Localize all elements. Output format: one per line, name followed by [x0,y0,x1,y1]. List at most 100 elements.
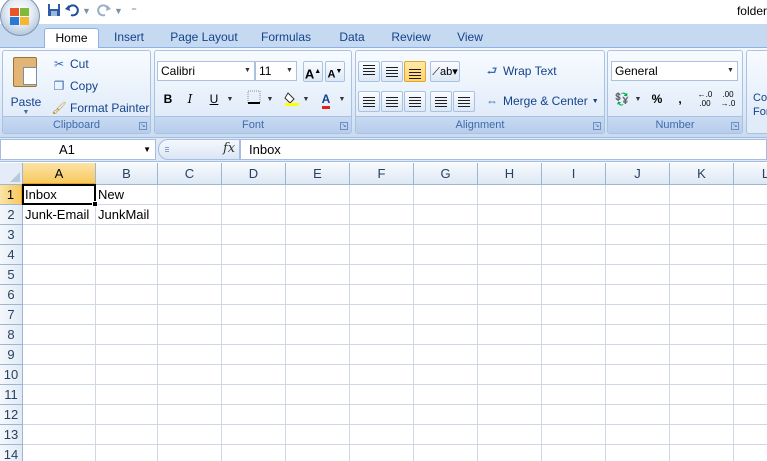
row-header-5[interactable]: 5 [0,265,23,285]
increase-decimal-button[interactable]: ←.0.00 [694,89,716,110]
undo-icon[interactable] [64,3,80,19]
font-launcher-icon[interactable]: ↘ [340,122,348,130]
redo-dropdown-icon[interactable]: ▼ [114,3,123,19]
format-as-table-button[interactable]: For [753,105,767,119]
underline-button[interactable]: U [203,89,225,110]
decrease-indent-button[interactable] [430,91,452,112]
number-launcher-icon[interactable]: ↘ [731,122,739,130]
merge-dropdown-icon[interactable]: ▼ [592,98,599,105]
tab-data[interactable]: Data [330,28,374,48]
shrink-font-button[interactable]: A▼ [325,61,345,82]
italic-button[interactable]: I [179,89,201,110]
column-header-h[interactable]: H [478,163,542,185]
row-header-8[interactable]: 8 [0,325,23,345]
row-header-9[interactable]: 9 [0,345,23,365]
paste-button[interactable]: Paste ▼ [9,55,43,116]
column-header-e[interactable]: E [286,163,350,185]
font-color-dropdown-icon[interactable]: ▼ [337,89,347,110]
undo-dropdown-icon[interactable]: ▼ [82,3,91,19]
bottom-align-button[interactable] [404,61,426,82]
align-center-button[interactable] [381,91,403,112]
font-name-combo[interactable]: Calibri ▼ [157,61,255,81]
cut-button[interactable]: ✂ Cut [51,55,89,73]
column-header-f[interactable]: F [350,163,414,185]
middle-align-button[interactable] [381,61,403,82]
column-header-b[interactable]: B [96,163,158,185]
tab-view[interactable]: View [448,28,492,48]
tab-home[interactable]: Home [44,28,99,49]
formula-input[interactable]: Inbox [240,139,767,160]
row-header-12[interactable]: 12 [0,405,23,425]
align-left-button[interactable] [358,91,380,112]
font-size-combo[interactable]: 11 ▼ [255,61,297,81]
increase-indent-button[interactable] [453,91,475,112]
tab-review[interactable]: Review [384,28,438,48]
row-header-4[interactable]: 4 [0,245,23,265]
number-format-combo[interactable]: General ▼ [611,61,738,81]
align-right-button[interactable] [404,91,426,112]
insert-function-button[interactable]: fx [223,141,235,156]
column-header-i[interactable]: I [542,163,606,185]
borders-button[interactable] [243,89,265,110]
customize-toolbar-icon[interactable]: ⁼ [130,3,138,19]
row-header-10[interactable]: 10 [0,365,23,385]
column-header-l[interactable]: L [734,163,767,185]
top-align-button[interactable] [358,61,380,82]
accounting-format-button[interactable]: 💱 [611,89,633,110]
fill-color-button[interactable] [281,89,303,110]
paintbrush-icon: 🖌 [51,101,67,115]
conditional-formatting-button[interactable]: Co [753,91,767,105]
decrease-decimal-button[interactable]: .00 →.0 [717,89,739,110]
chevron-down-icon[interactable]: ▼ [143,140,151,159]
underline-dropdown-icon[interactable]: ▼ [225,89,235,110]
column-header-c[interactable]: C [158,163,222,185]
cell-b1[interactable]: New [96,185,124,205]
font-color-button[interactable]: A [315,89,337,110]
select-all-button[interactable] [0,163,23,185]
column-header-g[interactable]: G [414,163,478,185]
chevron-down-icon[interactable]: ▼ [241,62,254,80]
tab-page-layout[interactable]: Page Layout [164,28,244,48]
merge-center-label: Merge & Center [503,94,588,108]
row-header-7[interactable]: 7 [0,305,23,325]
align-right-icon [409,96,421,107]
column-header-k[interactable]: K [670,163,734,185]
clipboard-launcher-icon[interactable]: ↘ [139,122,147,130]
merge-center-button[interactable]: ⇔ Merge & Center ▼ [484,92,599,110]
spreadsheet-grid[interactable]: A B C D E F G H I J K L 1 2 3 4 5 6 7 8 9 10 11 12 13 14 Inbox New J… [0,163,767,461]
fill-handle[interactable] [92,201,98,207]
row-header-14[interactable]: 14 [0,445,23,461]
chevron-down-icon[interactable]: ▼ [724,62,737,80]
borders-dropdown-icon[interactable]: ▼ [265,89,275,110]
row-header-13[interactable]: 13 [0,425,23,445]
comma-button[interactable]: , [669,89,691,110]
row-header-2[interactable]: 2 [0,205,23,225]
cell-b2[interactable]: JunkMail [96,205,149,225]
tab-formulas[interactable]: Formulas [252,28,320,48]
row-header-3[interactable]: 3 [0,225,23,245]
redo-icon[interactable] [96,3,112,19]
column-header-a[interactable]: A [23,163,96,185]
name-box[interactable]: A1 ▼ [0,139,156,160]
column-header-d[interactable]: D [222,163,286,185]
save-icon[interactable] [46,3,62,19]
column-header-j[interactable]: J [606,163,670,185]
percent-button[interactable]: % [646,89,668,110]
copy-button[interactable]: ❐ Copy [51,77,98,95]
orientation-button[interactable]: ⟋ab▾ [430,61,460,82]
tab-insert[interactable]: Insert [104,28,154,48]
bold-button[interactable]: B [157,89,179,110]
wrap-text-button[interactable]: ⮐ Wrap Text [484,62,557,80]
fill-color-dropdown-icon[interactable]: ▼ [301,89,311,110]
row-header-1[interactable]: 1 [0,185,23,205]
grow-font-button[interactable]: A▲ [303,61,323,82]
cell-a2[interactable]: Junk-Email [23,205,89,225]
paste-dropdown-icon[interactable]: ▼ [9,109,43,116]
resize-handle-icon[interactable] [165,147,169,153]
chevron-down-icon[interactable]: ▼ [283,62,296,80]
accounting-dropdown-icon[interactable]: ▼ [633,89,643,110]
row-header-6[interactable]: 6 [0,285,23,305]
alignment-launcher-icon[interactable]: ↘ [593,122,601,130]
format-painter-button[interactable]: 🖌 Format Painter [51,99,149,117]
row-header-11[interactable]: 11 [0,385,23,405]
